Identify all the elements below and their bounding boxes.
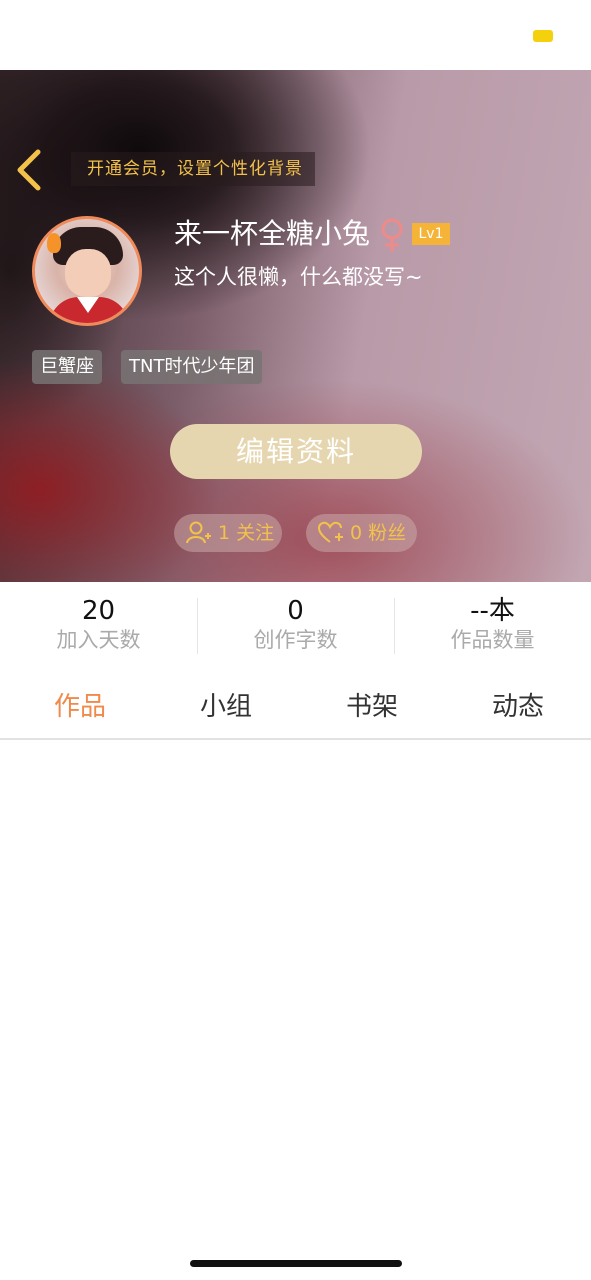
- profile-header: 开通会员，设置个性化背景 来一杯全糖小兔 Lv1 这个人很懒，什么都没写~ 巨蟹…: [0, 70, 591, 582]
- username: 来一杯全糖小兔: [174, 217, 371, 250]
- stat-label: 加入天数: [56, 628, 141, 652]
- status-bar: [0, 0, 591, 70]
- stat-join-days: 20 加入天数: [0, 596, 197, 654]
- battery-icon: [533, 30, 553, 42]
- level-badge: Lv1: [412, 223, 450, 245]
- tag-zodiac: 巨蟹座: [32, 350, 102, 384]
- tag-fan-group: TNT时代少年团: [121, 350, 263, 384]
- home-indicator: [190, 1260, 402, 1267]
- avatar[interactable]: [32, 216, 142, 326]
- tab-activity[interactable]: 动态: [444, 686, 591, 723]
- bio-text: 这个人很懒，什么都没写~: [174, 265, 423, 289]
- stat-value: 20: [81, 596, 116, 626]
- chevron-left-icon: [17, 149, 41, 191]
- stats-bar: 20 加入天数 0 创作字数 --本 作品数量: [0, 582, 591, 662]
- tab-groups[interactable]: 小组: [152, 686, 300, 723]
- tab-bookshelf[interactable]: 书架: [298, 686, 446, 723]
- fans-count-label: 0 粉丝: [350, 522, 407, 544]
- tab-bar-border: [0, 738, 591, 740]
- follow-count-label: 1 关注: [218, 522, 275, 544]
- follow-count-button[interactable]: 1 关注: [174, 514, 282, 552]
- tab-bar: 作品 小组 书架 动态: [0, 672, 591, 736]
- flame-icon: [47, 233, 61, 253]
- stat-label: 创作字数: [253, 628, 338, 652]
- female-icon: [381, 218, 403, 252]
- stat-label: 作品数量: [450, 628, 535, 652]
- stat-value: --本: [470, 596, 515, 626]
- fans-count-button[interactable]: 0 粉丝: [306, 514, 417, 552]
- back-button[interactable]: [14, 148, 46, 192]
- stat-value: 0: [287, 596, 304, 626]
- add-user-icon: [186, 521, 211, 544]
- vip-background-banner[interactable]: 开通会员，设置个性化背景: [71, 152, 315, 186]
- edit-profile-button[interactable]: 编辑资料: [170, 424, 422, 479]
- tab-works[interactable]: 作品: [6, 686, 154, 723]
- stat-works-count: --本 作品数量: [394, 596, 591, 654]
- heart-plus-icon: [318, 521, 343, 543]
- stat-word-count: 0 创作字数: [197, 596, 394, 654]
